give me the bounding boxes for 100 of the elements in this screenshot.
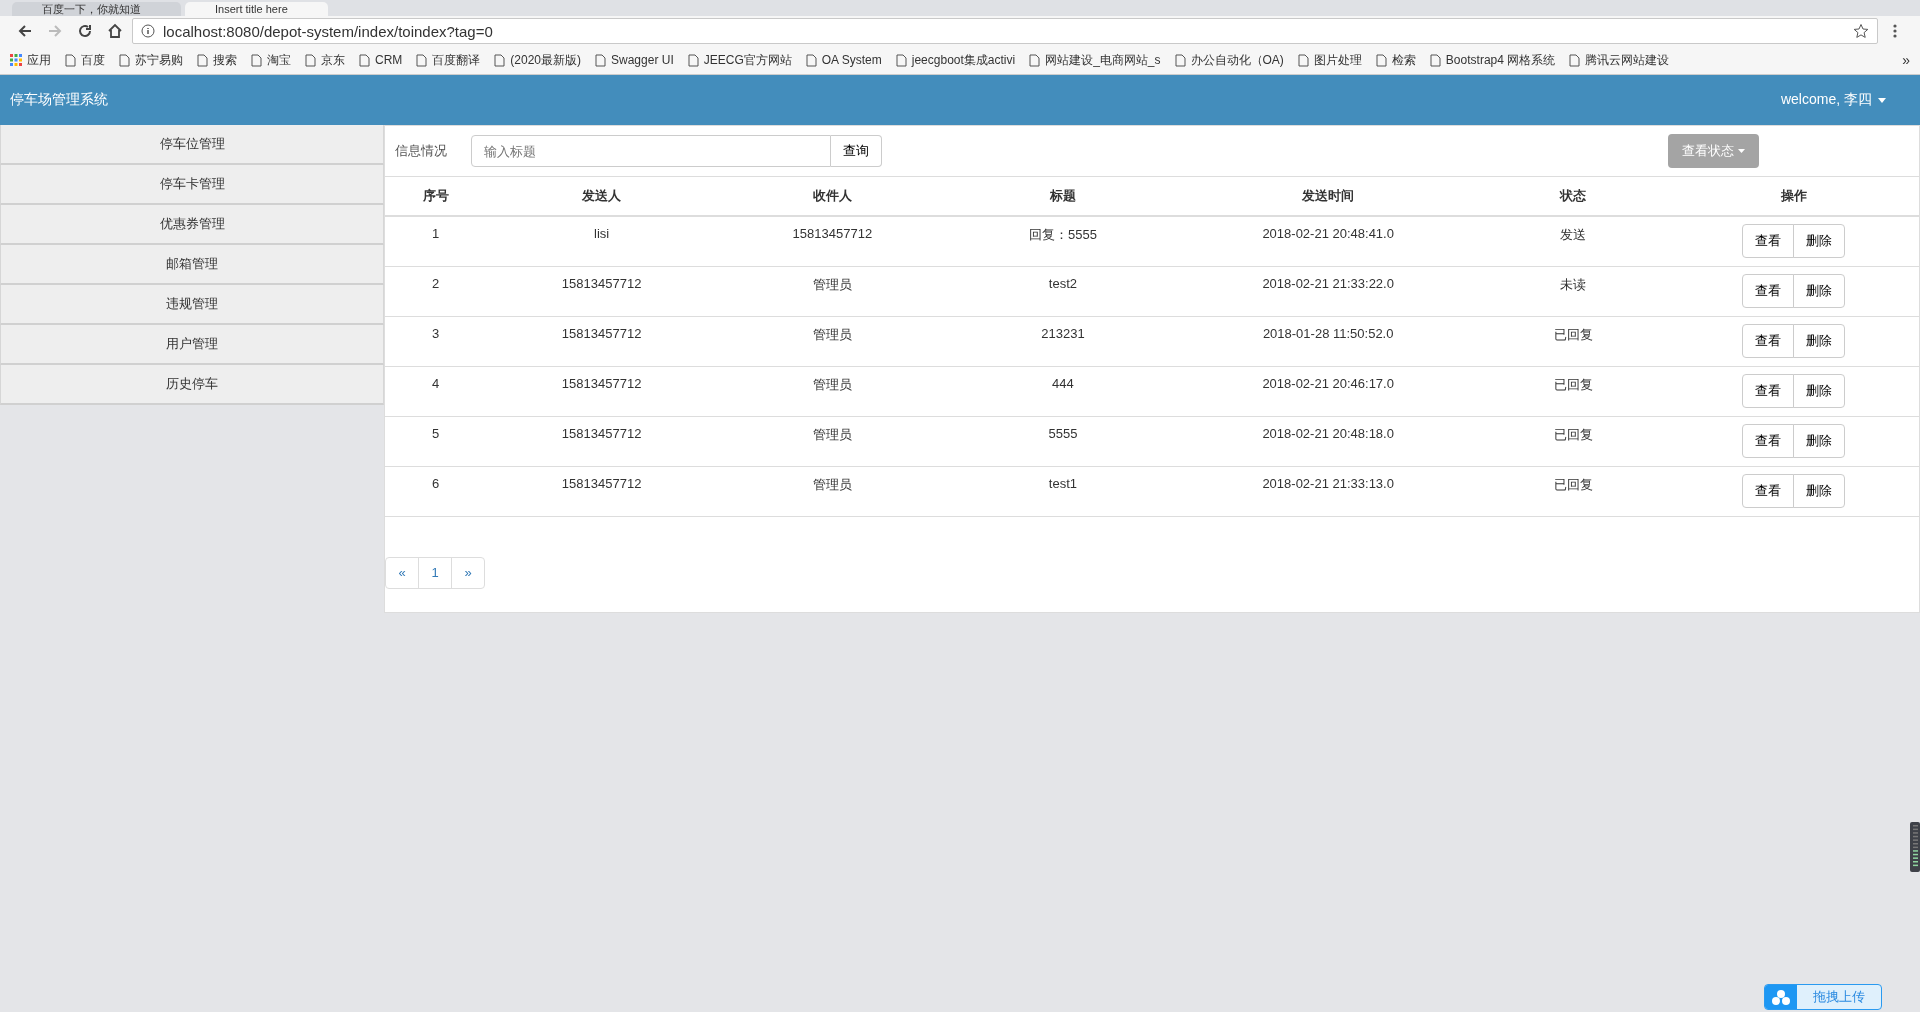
sidebar-item[interactable]: 邮箱管理 — [0, 245, 384, 285]
delete-button[interactable]: 删除 — [1792, 224, 1845, 258]
page-link[interactable]: « — [385, 556, 419, 589]
column-header: 操作 — [1668, 177, 1919, 216]
table-cell: test2 — [947, 266, 1179, 316]
delete-button[interactable]: 删除 — [1792, 323, 1845, 358]
bookmark[interactable]: Swagger UI — [595, 53, 674, 67]
sidebar-item[interactable]: 用户管理 — [0, 325, 384, 365]
bookmark[interactable]: 图片处理 — [1297, 51, 1362, 69]
column-header: 状态 — [1478, 177, 1669, 216]
table-cell: 15813457712 — [717, 216, 948, 266]
more-bookmarks[interactable]: » — [1902, 52, 1910, 68]
view-button[interactable]: 查看 — [1741, 473, 1794, 508]
bookmark[interactable]: jeecgboot集成activi — [895, 51, 1016, 69]
table-cell: lisi — [486, 216, 717, 266]
bookmark[interactable]: (2020最新版) — [494, 51, 581, 69]
column-header: 标题 — [947, 177, 1179, 216]
view-button[interactable]: 查看 — [1741, 273, 1794, 308]
delete-button[interactable]: 删除 — [1792, 373, 1845, 408]
table-cell: 444 — [947, 366, 1179, 416]
table-cell: 发送 — [1478, 216, 1669, 266]
table-cell: 2018-02-21 20:48:41.0 — [1178, 216, 1479, 266]
bookmark[interactable]: CRM — [359, 53, 403, 67]
page-icon — [1429, 53, 1441, 67]
table-cell: 2 — [385, 266, 487, 316]
page-icon — [805, 53, 817, 67]
section-label: 信息情况 — [395, 142, 447, 160]
table-cell: 15813457712 — [486, 316, 717, 366]
table-cell: 已回复 — [1478, 316, 1669, 366]
table-cell: 3 — [385, 316, 487, 366]
star-icon[interactable] — [1853, 23, 1869, 39]
info-icon — [141, 24, 155, 38]
table-cell: 5555 — [947, 416, 1179, 466]
bookmark[interactable]: JEECG官方网站 — [687, 51, 792, 69]
browser-tab[interactable]: 百度一下，你就知道 — [12, 2, 181, 16]
bookmark[interactable]: 百度 — [65, 51, 105, 69]
page-link[interactable]: 1 — [418, 556, 452, 589]
view-button[interactable]: 查看 — [1741, 423, 1794, 458]
bookmark[interactable]: 应用 — [10, 51, 51, 69]
page-icon — [687, 53, 699, 67]
page-icon — [65, 53, 76, 67]
sidebar-item[interactable]: 历史停车 — [0, 365, 384, 405]
view-button[interactable]: 查看 — [1741, 323, 1794, 358]
column-header: 收件人 — [717, 177, 948, 216]
table-cell: 1 — [385, 216, 487, 266]
table-cell: 6 — [385, 466, 487, 516]
table-cell: 2018-02-21 21:33:13.0 — [1178, 466, 1479, 516]
bookmark[interactable]: 检索 — [1375, 51, 1416, 69]
table-cell: 管理员 — [717, 366, 948, 416]
table-cell: 2018-01-28 11:50:52.0 — [1178, 316, 1479, 366]
table-cell: 2018-02-21 20:48:18.0 — [1178, 416, 1479, 466]
bookmark[interactable]: 腾讯云网站建设 — [1569, 51, 1670, 69]
page-icon — [1174, 53, 1186, 67]
delete-button[interactable]: 删除 — [1792, 423, 1845, 458]
bookmark[interactable]: 百度翻译 — [416, 51, 481, 69]
page-icon — [359, 53, 370, 67]
bookmark[interactable]: 办公自动化（OA) — [1174, 51, 1284, 69]
table-cell: 2018-02-21 21:33:22.0 — [1178, 266, 1479, 316]
page-icon — [197, 53, 208, 67]
page-icon — [305, 53, 316, 67]
table-cell: 213231 — [947, 316, 1179, 366]
table-cell: 4 — [385, 366, 487, 416]
table-cell: 管理员 — [717, 416, 948, 466]
view-button[interactable]: 查看 — [1741, 224, 1794, 258]
page-icon — [895, 53, 907, 67]
sidebar-item[interactable]: 违规管理 — [0, 285, 384, 325]
page-icon — [595, 53, 606, 67]
sidebar-item[interactable]: 停车卡管理 — [0, 165, 384, 205]
bookmark[interactable]: Bootstrap4 网格系统 — [1429, 51, 1556, 69]
search-field[interactable]: 输入标题 — [471, 135, 831, 167]
table-cell: 15813457712 — [486, 266, 717, 316]
cluster-icon — [1765, 985, 1797, 1009]
page-icon — [119, 53, 130, 67]
bookmark[interactable]: 淘宝 — [251, 51, 291, 69]
sidebar-item[interactable]: 停车位管理 — [0, 125, 384, 165]
bookmark[interactable]: 搜索 — [197, 51, 237, 69]
table-cell: 未读 — [1478, 266, 1669, 316]
bookmark[interactable]: 京东 — [305, 51, 345, 69]
bookmark[interactable]: 苏宁易购 — [119, 51, 183, 69]
page-link[interactable]: » — [451, 556, 485, 589]
bookmark[interactable]: OA System — [805, 53, 882, 67]
table-cell: 管理员 — [717, 316, 948, 366]
delete-button[interactable]: 删除 — [1792, 473, 1845, 508]
table-cell: 15813457712 — [486, 466, 717, 516]
table-cell: 15813457712 — [486, 416, 717, 466]
delete-button[interactable]: 删除 — [1792, 273, 1845, 308]
volume-meter-drawing — [1910, 822, 1920, 872]
page-icon — [494, 53, 506, 67]
browser-tab[interactable]: Insert title here — [185, 2, 328, 16]
view-button[interactable]: 查看 — [1741, 373, 1794, 408]
page-icon — [416, 53, 428, 67]
user-menu[interactable]: welcome, 李四 — [1780, 91, 1886, 109]
address-bar[interactable]: localhost:8080/depot-system/index/toindex?tag=0 — [132, 18, 1878, 44]
search-button[interactable]: 查询 — [831, 135, 882, 167]
table-cell: 管理员 — [717, 266, 948, 316]
bookmark[interactable]: 网站建设_电商网站_s — [1029, 51, 1161, 69]
caret-icon — [1738, 149, 1745, 153]
sidebar-item[interactable]: 优惠券管理 — [0, 205, 384, 245]
table-cell: 15813457712 — [486, 366, 717, 416]
column-header: 发送人 — [486, 177, 717, 216]
